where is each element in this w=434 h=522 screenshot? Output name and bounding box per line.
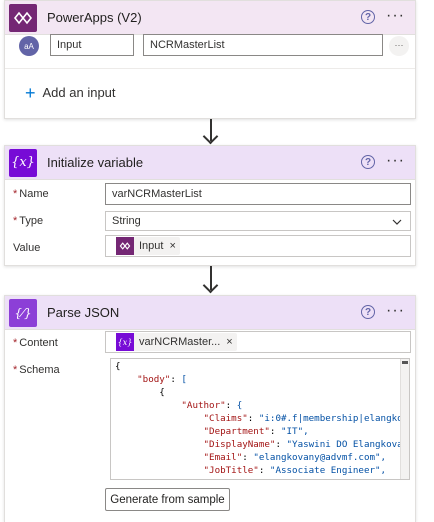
variable-name-field[interactable]: varNCRMasterList — [105, 183, 411, 205]
schema-line: { — [115, 387, 165, 398]
powerapps-logo-icon — [13, 11, 33, 24]
content-field[interactable]: {x} varNCRMaster... × — [105, 331, 411, 353]
remove-token-icon[interactable]: × — [226, 336, 232, 348]
more-options-icon[interactable]: ··· — [386, 153, 405, 169]
parse-json-header[interactable]: {⁄} Parse JSON ? ··· — [5, 296, 415, 330]
schema-line: "Claims": "i:0#.f|membership|elangkovany… — [203, 413, 409, 424]
initialize-variable-title: Initialize variable — [47, 155, 144, 170]
input-more-icon[interactable]: ··· — [389, 36, 409, 56]
value-label: Value — [13, 242, 41, 254]
remove-token-icon[interactable]: × — [169, 240, 175, 252]
schema-line: "JobTitle": "Associate Engineer", — [203, 465, 387, 476]
help-icon[interactable]: ? — [361, 155, 375, 169]
more-options-icon[interactable]: ··· — [386, 8, 405, 24]
variable-type-dropdown[interactable]: String — [105, 211, 411, 231]
required-marker: * — [13, 188, 18, 200]
type-label: * Type — [13, 215, 44, 227]
editor-scrollbar[interactable] — [400, 359, 409, 479]
flow-arrow-icon — [202, 128, 219, 145]
add-input-divider — [5, 68, 415, 69]
parse-json-title: Parse JSON — [47, 305, 120, 320]
parse-json-card: {⁄} Parse JSON ? ··· * Content {x} varNCR… — [4, 295, 416, 522]
schema-line: "DisplayName": "Yaswini DO Elangkovan", — [203, 439, 410, 450]
schema-line: "Picture": "https://advmf.sharepoint.com… — [115, 477, 409, 479]
required-marker: * — [13, 337, 18, 349]
help-icon[interactable]: ? — [361, 305, 375, 319]
help-icon[interactable]: ? — [361, 10, 375, 24]
generate-button-label: Generate from sample — [110, 493, 225, 506]
variable-token[interactable]: {x} varNCRMaster... × — [116, 333, 237, 351]
variable-icon: {x} — [9, 148, 37, 177]
input-token-label: Input — [139, 240, 164, 252]
flow-arrow-icon — [202, 277, 219, 294]
generate-from-sample-button[interactable]: Generate from sample — [105, 488, 230, 511]
schema-line: "Author": { — [181, 400, 243, 411]
powerapps-icon — [9, 3, 37, 32]
initialize-variable-card: {x} Initialize variable ? ··· * Name varN… — [4, 145, 416, 266]
schema-editor[interactable]: { "body": [ { "Author": { "Claims": "i:0… — [110, 358, 410, 480]
add-icon: + — [25, 82, 36, 103]
powerapps-card-header[interactable]: PowerApps (V2) ? ··· — [5, 1, 415, 35]
input-token[interactable]: Input × — [116, 237, 180, 255]
schema-line: "body": [ — [137, 374, 187, 385]
powerapps-trigger-card: PowerApps (V2) ? ··· aA Input NCRMasterL… — [4, 0, 416, 119]
required-marker: * — [13, 215, 18, 227]
name-label: * Name — [13, 188, 49, 200]
schema-line: { — [115, 361, 121, 372]
powerapps-token-icon — [116, 237, 134, 255]
variable-token-label: varNCRMaster... — [139, 336, 221, 348]
variable-value-field[interactable]: Input × — [105, 235, 411, 257]
add-input-label: Add an input — [42, 85, 116, 100]
more-options-icon[interactable]: ··· — [386, 303, 405, 319]
content-label: * Content — [13, 337, 58, 349]
input-name-field[interactable]: NCRMasterList — [143, 34, 383, 56]
schema-code: { "body": [ { "Author": { "Claims": "i:0… — [115, 360, 410, 479]
powerapps-title: PowerApps (V2) — [47, 10, 142, 25]
parse-json-icon: {⁄} — [9, 298, 37, 327]
input-avatar-icon: aA — [19, 36, 39, 56]
variable-token-icon: {x} — [116, 333, 134, 351]
initialize-variable-header[interactable]: {x} Initialize variable ? ··· — [5, 146, 415, 180]
chevron-down-icon — [392, 219, 402, 225]
editor-minimap-marker — [402, 361, 408, 364]
add-input-button[interactable]: + Add an input — [25, 82, 116, 103]
schema-label: * Schema — [13, 364, 60, 376]
schema-line: "Email": "elangkovany@advmf.com", — [203, 452, 387, 463]
required-marker: * — [13, 364, 18, 376]
input-type-field[interactable]: Input — [50, 34, 134, 56]
schema-line: "Department": "IT", — [203, 426, 309, 437]
